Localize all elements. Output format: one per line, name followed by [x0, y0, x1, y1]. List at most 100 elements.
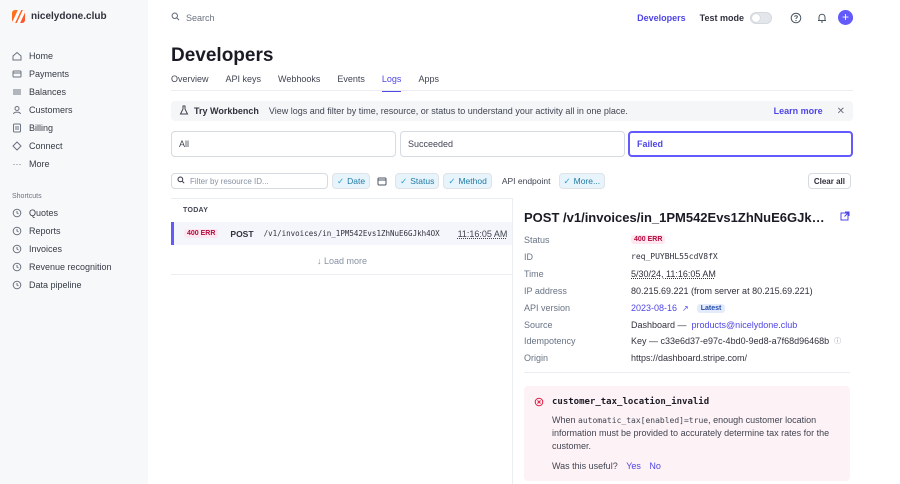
brand-logo-icon	[12, 10, 25, 23]
sidebar-item-customers[interactable]: Customers	[12, 101, 142, 119]
filter-bar: Filter by resource ID... ✓ Date ✓ Status ✓…	[171, 173, 851, 189]
sidebar-item-label: Home	[29, 51, 54, 61]
check-icon: ✓	[563, 175, 571, 186]
segment-label: Failed	[637, 139, 664, 149]
clear-all-button[interactable]: Clear all	[807, 173, 851, 189]
shortcut-data-pipeline[interactable]: Data pipeline	[12, 276, 142, 294]
shortcut-invoices[interactable]: Invoices	[12, 240, 142, 258]
log-row[interactable]: 400 ERR POST /v1/invoices/in_1PM542Evs1Z…	[171, 222, 513, 245]
learn-more-link[interactable]: Learn more	[774, 106, 823, 116]
search-icon	[177, 176, 185, 186]
test-mode-toggle[interactable]	[750, 12, 772, 24]
chip-label: More...	[573, 176, 601, 186]
ip-address: 80.215.69.221 (from server at 80.215.69.…	[631, 286, 813, 296]
chip-label: Date	[347, 176, 366, 186]
sidebar-item-label: Billing	[29, 123, 54, 133]
external-link-icon[interactable]: ↗	[682, 304, 689, 313]
sidebar-nav: Home Payments Balances Customers Billing…	[12, 47, 142, 173]
request-id[interactable]: req_PUYBHL55cdV8fX	[631, 252, 718, 261]
error-card: customer_tax_location_invalid When autom…	[524, 386, 850, 481]
error-message: When automatic_tax[enabled]=true, enough…	[552, 414, 838, 453]
list-divider	[171, 274, 513, 275]
segment-failed[interactable]: Failed	[628, 131, 853, 157]
check-icon: ✓	[448, 175, 456, 186]
source-label: Source	[524, 320, 553, 330]
chip-label: Status	[410, 176, 435, 186]
close-icon[interactable]: ✕	[837, 106, 845, 117]
idempotency-label: Idempotency	[524, 336, 576, 346]
flask-icon	[179, 105, 189, 117]
calendar-icon[interactable]	[376, 175, 388, 187]
clock-icon	[12, 226, 22, 236]
external-link-icon[interactable]	[840, 211, 850, 224]
log-time: 11:16:05 AM	[457, 228, 508, 239]
api-endpoint-filter[interactable]: API endpoint	[502, 176, 551, 186]
load-more-button[interactable]: ↓ Load more	[317, 256, 367, 266]
log-path: /v1/invoices/in_1PM542Evs1ZhNuE6GJkh4OX	[263, 229, 440, 238]
shortcut-label: Invoices	[29, 244, 63, 254]
feedback-no-button[interactable]: No	[649, 461, 661, 471]
method-filter-chip[interactable]: ✓ Method	[443, 173, 492, 189]
detail-divider	[524, 372, 850, 373]
search-label: Search	[186, 12, 215, 23]
ip-label: IP address	[524, 286, 567, 296]
status-filter-chip[interactable]: ✓ Status	[395, 173, 440, 189]
info-icon[interactable]: ⓘ	[834, 336, 841, 346]
status-badge: 400 ERR	[184, 229, 219, 238]
resource-id-filter-input[interactable]: Filter by resource ID...	[171, 173, 328, 189]
help-icon[interactable]	[790, 12, 802, 24]
tabs-divider	[171, 90, 853, 91]
banner-title: Try Workbench	[194, 106, 259, 116]
list-divider	[171, 198, 513, 199]
date-filter-chip[interactable]: ✓ Date	[332, 173, 371, 189]
arrow-down-icon: ↓	[317, 256, 322, 266]
connect-icon	[12, 141, 22, 151]
feedback-row: Was this useful? Yes No	[552, 461, 661, 471]
sidebar-item-label: More	[29, 159, 50, 169]
request-time: 5/30/24, 11:16:05 AM	[631, 269, 716, 279]
bell-icon[interactable]	[816, 12, 828, 24]
error-msg-when: When	[552, 415, 576, 425]
developers-link[interactable]: Developers	[637, 13, 686, 23]
sidebar-item-connect[interactable]: Connect	[12, 137, 142, 155]
shortcut-label: Quotes	[29, 208, 59, 218]
search-bar[interactable]: Search	[171, 12, 215, 23]
shortcut-label: Revenue recognition	[29, 262, 112, 272]
shortcut-quotes[interactable]: Quotes	[12, 204, 142, 222]
segment-succeeded[interactable]: Succeeded	[400, 131, 625, 157]
balances-icon	[12, 87, 22, 97]
shortcut-revenue-recognition[interactable]: Revenue recognition	[12, 258, 142, 276]
workbench-banner: Try Workbench View logs and filter by ti…	[171, 101, 853, 121]
create-plus-button[interactable]: +	[838, 10, 853, 25]
search-icon	[171, 12, 180, 23]
banner-description: View logs and filter by time, resource, …	[268, 106, 628, 116]
source-email-link[interactable]: products@nicelydone.club	[692, 320, 798, 330]
segment-all[interactable]: All	[171, 131, 396, 157]
sidebar-item-more[interactable]: ··· More	[12, 155, 142, 173]
filter-placeholder: Filter by resource ID...	[190, 176, 269, 186]
brand[interactable]: nicelydone.club	[12, 10, 107, 23]
error-msg-param: automatic_tax[enabled]=true	[578, 416, 709, 425]
segment-label: All	[179, 139, 190, 149]
origin-label: Origin	[524, 353, 549, 363]
sidebar-item-balances[interactable]: Balances	[12, 83, 142, 101]
shortcuts-title: Shortcuts	[12, 193, 42, 200]
shortcut-reports[interactable]: Reports	[12, 222, 142, 240]
sidebar-item-home[interactable]: Home	[12, 47, 142, 65]
sidebar-item-billing[interactable]: Billing	[12, 119, 142, 137]
log-method: POST	[230, 228, 254, 239]
more-filters-chip[interactable]: ✓ More...	[558, 173, 606, 189]
shortcut-label: Data pipeline	[29, 280, 82, 290]
api-version-link[interactable]: 2023-08-16	[631, 303, 677, 313]
feedback-yes-button[interactable]: Yes	[626, 461, 641, 471]
idempotency-key: Key — c33e6d37-e97c-4bd0-9ed8-a7f68d9646…	[631, 336, 830, 346]
status-badge: 400 ERR	[631, 235, 666, 244]
clock-icon	[12, 280, 22, 290]
sidebar-item-payments[interactable]: Payments	[12, 65, 142, 83]
payments-icon	[12, 69, 22, 79]
page-title: Developers	[171, 45, 274, 66]
error-circle-icon	[534, 397, 544, 410]
id-label: ID	[524, 252, 533, 262]
segment-label: Succeeded	[408, 139, 454, 149]
sidebar: nicelydone.club Home Payments Balances C…	[0, 0, 148, 484]
